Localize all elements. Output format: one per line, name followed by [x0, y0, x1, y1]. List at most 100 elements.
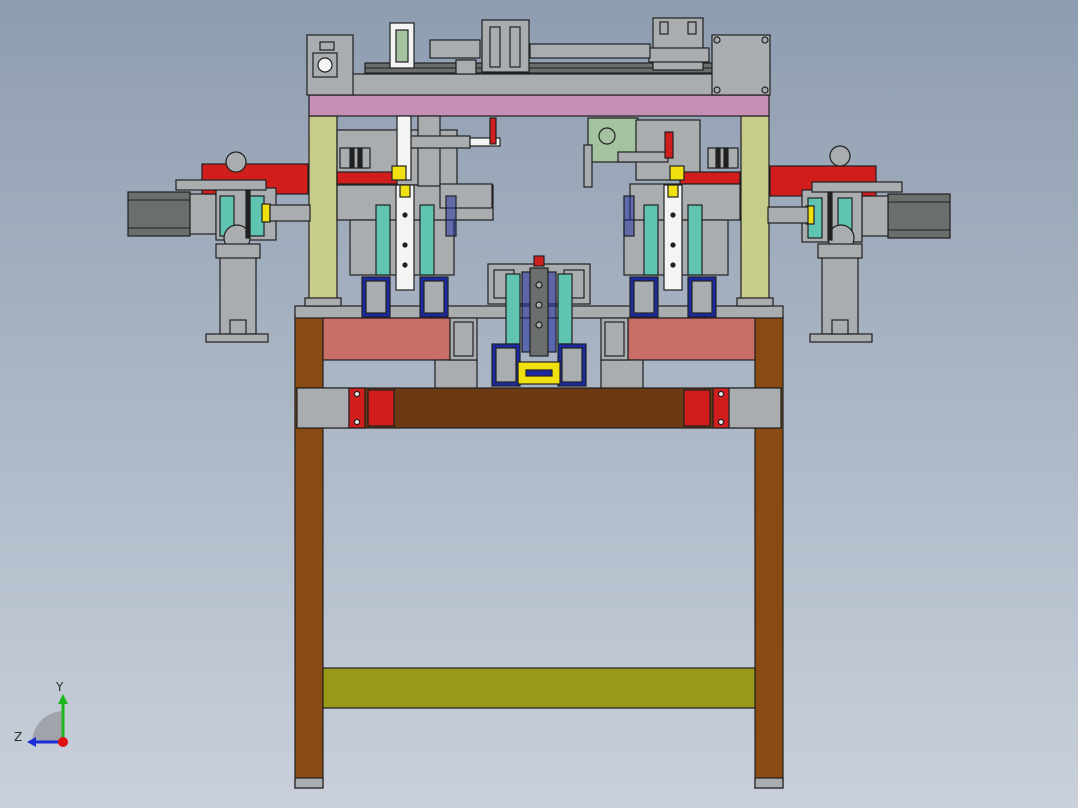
carriage-right-slot [687, 21, 697, 35]
left-stand-foot [205, 333, 269, 343]
bolt [353, 390, 361, 398]
salmon-plate-left [322, 317, 451, 361]
rail-block-left [429, 39, 481, 59]
left-gripper-yellow [261, 203, 271, 223]
grey-support-right [600, 359, 644, 389]
left-mech-tip [489, 117, 497, 145]
left-mech-red-band [336, 171, 398, 185]
rail-block-mid [529, 43, 651, 59]
grey-support-left [434, 359, 478, 389]
gantry-beam [308, 94, 770, 117]
center-drum-bolt [535, 301, 543, 309]
left-motor-flange [189, 193, 217, 235]
left-mech-block [339, 147, 371, 169]
carriage-right-base [648, 47, 710, 63]
motor-screw [761, 86, 769, 94]
part-bolt [402, 242, 408, 248]
column-left-foot [304, 297, 342, 307]
left-stand-top [215, 243, 261, 259]
center-drum-core [529, 267, 549, 357]
triad-arc [32, 711, 63, 742]
motor-plate-right [711, 34, 771, 96]
servo-top-left-band [395, 29, 409, 63]
left-mech-block-stripe [357, 147, 363, 169]
z-axis-label: Z [14, 730, 23, 744]
crossbar-end-right [728, 387, 782, 429]
right-clamp-jaw-a [643, 204, 659, 276]
crossbar-red-block-right-a [683, 389, 711, 427]
part-bolt [670, 262, 676, 268]
right-stand-top [817, 243, 863, 259]
right-knob-top [829, 145, 851, 167]
right-mech-red-tip [664, 131, 674, 159]
crossbar-red-block-left-b [367, 389, 395, 427]
center-drum-bolt [535, 281, 543, 289]
center-jaw-left [505, 273, 521, 345]
right-mech-bracket-foot [583, 144, 593, 188]
left-screw-rod [245, 189, 251, 239]
right-clamp-part-marker [667, 184, 679, 198]
left-clamp-part-marker [399, 184, 411, 198]
column-right [740, 115, 770, 307]
carriage-center-inner-b [509, 26, 521, 68]
center-pad-left-inner [495, 347, 517, 383]
z-axis-arrowhead [27, 737, 36, 747]
part-bolt [402, 212, 408, 218]
right-stand-clamp [831, 319, 849, 335]
right-mech-cylinder [617, 151, 669, 163]
right-arm-bar [811, 181, 903, 193]
left-mech-cylinder [409, 135, 471, 149]
frame-foot-right [754, 777, 784, 789]
center-pad-right-inner [561, 347, 583, 383]
motor-screw [761, 36, 769, 44]
left-clamp-pad-a-inner [365, 280, 387, 314]
carriage-center [481, 19, 530, 73]
center-drum-cap [533, 255, 545, 267]
origin-dot [58, 737, 68, 747]
frame-leg-right [754, 315, 784, 789]
cable-clip [455, 59, 477, 75]
part-bolt [402, 262, 408, 268]
left-arm-bar [175, 179, 267, 191]
right-mech-purple-rail [623, 195, 635, 237]
cad-viewport[interactable] [0, 0, 1078, 808]
left-servo-motor [127, 191, 191, 237]
column-right-foot [736, 297, 774, 307]
motor-screw [713, 86, 721, 94]
view-orientation-triad[interactable]: Y Z [10, 680, 80, 752]
plate-block-left-inner [453, 321, 474, 357]
right-clamp-jaw-b [687, 204, 703, 276]
center-base-slot [525, 369, 553, 377]
drive-hub-left [317, 57, 333, 73]
left-mech-yellow-tab [391, 165, 407, 181]
center-jaw-right [557, 273, 573, 345]
center-drum-bolt [535, 321, 543, 329]
right-clamp-pad-b-inner [691, 280, 713, 314]
right-clamp-part [663, 184, 683, 291]
plate-block-right-inner [604, 321, 625, 357]
left-arm-bar-b [269, 204, 311, 222]
left-stand-clamp [229, 319, 247, 335]
left-mech-column [417, 115, 441, 187]
right-mech-yellow-tab [669, 165, 685, 181]
frame-foot-left [294, 777, 324, 789]
left-clamp-jaw-b [419, 204, 435, 276]
salmon-plate-right [627, 317, 756, 361]
right-clamp-pad-a-inner [633, 280, 655, 314]
bolt [717, 418, 725, 426]
bolt [717, 390, 725, 398]
right-mech-block-stripe [723, 147, 729, 169]
right-mech-block-stripe [715, 147, 721, 169]
drive-block-left-top [319, 41, 335, 51]
crossbar-end-left [296, 387, 350, 429]
right-motor-flange [861, 195, 889, 237]
left-clamp-part [395, 184, 415, 291]
right-mech-red-band [679, 171, 741, 185]
column-left [308, 115, 338, 307]
motor-screw [713, 36, 721, 44]
y-axis-label: Y [56, 680, 64, 694]
y-axis-arrowhead [58, 694, 68, 704]
carriage-center-inner [489, 26, 501, 68]
right-arm-bar-b [767, 206, 809, 224]
right-servo-motor [887, 193, 951, 239]
